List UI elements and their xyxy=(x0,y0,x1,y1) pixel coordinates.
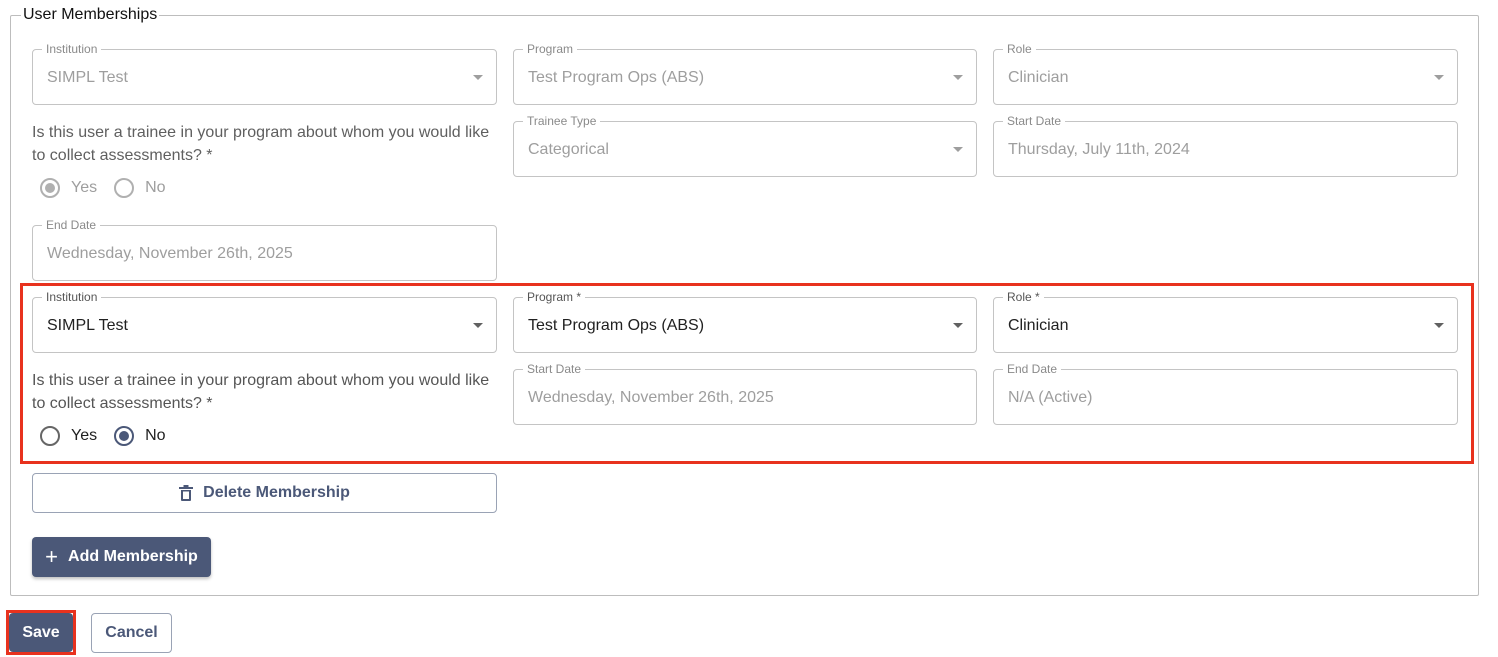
yes-label: Yes xyxy=(71,427,98,444)
chevron-down-icon xyxy=(1434,75,1444,80)
membership1-program-select[interactable]: Program Test Program Ops (ABS) xyxy=(513,42,977,105)
start-date-label: Start Date xyxy=(523,362,586,376)
membership2-role-select[interactable]: Role * Clinician xyxy=(993,290,1458,353)
membership1-trainee-radio-group: Yes No xyxy=(40,178,166,198)
chevron-down-icon xyxy=(953,147,963,152)
chevron-down-icon xyxy=(953,75,963,80)
trainee-type-label: Trainee Type xyxy=(523,114,601,128)
membership2-yes-radio[interactable] xyxy=(40,426,60,446)
chevron-down-icon xyxy=(473,323,483,328)
cancel-label: Cancel xyxy=(105,624,158,641)
role-label: Role * xyxy=(1003,290,1044,304)
membership1-trainee-type-select[interactable]: Trainee Type Categorical xyxy=(513,114,977,177)
delete-membership-button[interactable]: Delete Membership xyxy=(32,473,497,513)
plus-icon: + xyxy=(45,544,59,569)
cancel-button[interactable]: Cancel xyxy=(91,613,172,653)
role-label: Role xyxy=(1003,42,1036,56)
section-legend: User Memberships xyxy=(23,6,158,23)
membership2-end-date-field[interactable]: End Date N/A (Active) xyxy=(993,362,1458,425)
chevron-down-icon xyxy=(473,75,483,80)
membership1-trainee-question: Is this user a trainee in your program a… xyxy=(32,124,490,164)
no-label: No xyxy=(145,179,166,196)
program-label: Program xyxy=(523,42,578,56)
chevron-down-icon xyxy=(953,323,963,328)
radio-selected-dot xyxy=(45,183,55,193)
institution-value: SIMPL Test xyxy=(47,317,128,334)
trash-icon xyxy=(179,485,194,501)
save-button[interactable]: Save xyxy=(9,613,73,652)
membership2-start-date-field[interactable]: Start Date Wednesday, November 26th, 202… xyxy=(513,362,977,425)
add-membership-button[interactable]: + Add Membership xyxy=(32,537,211,577)
membership2-program-select[interactable]: Program * Test Program Ops (ABS) xyxy=(513,290,977,353)
add-membership-label: Add Membership xyxy=(68,548,198,565)
end-date-value: N/A (Active) xyxy=(1008,389,1093,406)
membership2-institution-select[interactable]: Institution SIMPL Test xyxy=(32,290,497,353)
membership2-no-radio[interactable] xyxy=(114,426,135,446)
delete-membership-label: Delete Membership xyxy=(203,484,350,501)
membership2-trainee-radio-group: Yes No xyxy=(40,426,166,446)
radio-selected-dot xyxy=(119,431,130,441)
role-value: Clinician xyxy=(1008,69,1069,86)
membership1-role-select[interactable]: Role Clinician xyxy=(993,42,1458,105)
membership1-start-date-field[interactable]: Start Date Thursday, July 11th, 2024 xyxy=(993,114,1458,177)
program-value: Test Program Ops (ABS) xyxy=(528,317,705,334)
save-label: Save xyxy=(22,623,60,641)
end-date-value: Wednesday, November 26th, 2025 xyxy=(47,245,293,262)
trainee-type-value: Categorical xyxy=(528,141,609,158)
program-label: Program * xyxy=(523,290,586,304)
membership1-end-date-field[interactable]: End Date Wednesday, November 26th, 2025 xyxy=(32,218,497,281)
end-date-label: End Date xyxy=(42,218,101,232)
end-date-label: End Date xyxy=(1003,362,1062,376)
no-label: No xyxy=(145,427,166,444)
role-value: Clinician xyxy=(1008,317,1069,334)
membership2-trainee-question: Is this user a trainee in your program a… xyxy=(32,372,490,412)
institution-label: Institution xyxy=(42,290,102,304)
membership1-no-radio[interactable] xyxy=(114,178,135,198)
membership1-yes-radio[interactable] xyxy=(40,178,60,198)
institution-label: Institution xyxy=(42,42,102,56)
institution-value: SIMPL Test xyxy=(47,69,128,86)
start-date-value: Wednesday, November 26th, 2025 xyxy=(528,389,774,406)
program-value: Test Program Ops (ABS) xyxy=(528,69,705,86)
membership1-institution-select[interactable]: Institution SIMPL Test xyxy=(32,42,497,105)
yes-label: Yes xyxy=(71,179,98,196)
start-date-value: Thursday, July 11th, 2024 xyxy=(1008,141,1190,158)
chevron-down-icon xyxy=(1434,323,1444,328)
start-date-label: Start Date xyxy=(1003,114,1066,128)
